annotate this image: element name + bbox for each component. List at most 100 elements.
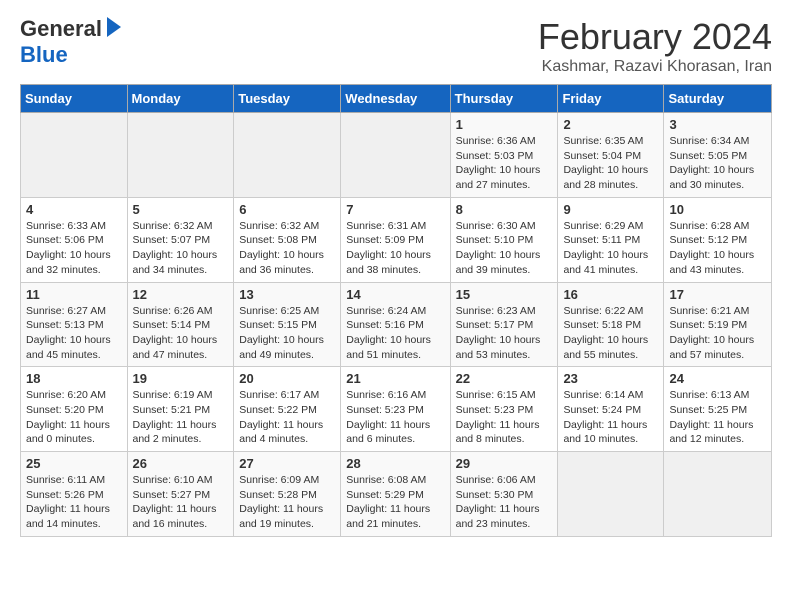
day-of-week-header: Wednesday <box>341 85 450 113</box>
day-number: 11 <box>26 287 122 302</box>
calendar-week-row: 18 Sunrise: 6:20 AM Sunset: 5:20 PM Dayli… <box>21 367 772 452</box>
calendar-cell: 12 Sunrise: 6:26 AM Sunset: 5:14 PM Dayli… <box>127 282 234 367</box>
calendar-table: SundayMondayTuesdayWednesdayThursdayFrid… <box>20 84 772 537</box>
month-title: February 2024 <box>538 16 772 58</box>
logo-general-text: General <box>20 16 102 42</box>
day-info: Sunrise: 6:08 AM Sunset: 5:29 PM Dayligh… <box>346 473 444 532</box>
day-number: 8 <box>456 202 553 217</box>
day-info: Sunrise: 6:09 AM Sunset: 5:28 PM Dayligh… <box>239 473 335 532</box>
calendar-cell: 19 Sunrise: 6:19 AM Sunset: 5:21 PM Dayli… <box>127 367 234 452</box>
day-number: 27 <box>239 456 335 471</box>
calendar-week-row: 4 Sunrise: 6:33 AM Sunset: 5:06 PM Daylig… <box>21 197 772 282</box>
day-of-week-header: Sunday <box>21 85 128 113</box>
calendar-cell <box>234 113 341 198</box>
day-info: Sunrise: 6:13 AM Sunset: 5:25 PM Dayligh… <box>669 388 766 447</box>
day-info: Sunrise: 6:34 AM Sunset: 5:05 PM Dayligh… <box>669 134 766 193</box>
calendar-cell: 26 Sunrise: 6:10 AM Sunset: 5:27 PM Dayli… <box>127 452 234 537</box>
day-info: Sunrise: 6:11 AM Sunset: 5:26 PM Dayligh… <box>26 473 122 532</box>
day-info: Sunrise: 6:10 AM Sunset: 5:27 PM Dayligh… <box>133 473 229 532</box>
day-info: Sunrise: 6:25 AM Sunset: 5:15 PM Dayligh… <box>239 304 335 363</box>
day-number: 10 <box>669 202 766 217</box>
day-number: 2 <box>563 117 658 132</box>
calendar-cell: 6 Sunrise: 6:32 AM Sunset: 5:08 PM Daylig… <box>234 197 341 282</box>
calendar-cell <box>664 452 772 537</box>
calendar-cell: 18 Sunrise: 6:20 AM Sunset: 5:20 PM Dayli… <box>21 367 128 452</box>
day-number: 15 <box>456 287 553 302</box>
calendar-cell <box>21 113 128 198</box>
location-title: Kashmar, Razavi Khorasan, Iran <box>538 58 772 76</box>
day-info: Sunrise: 6:23 AM Sunset: 5:17 PM Dayligh… <box>456 304 553 363</box>
day-info: Sunrise: 6:32 AM Sunset: 5:07 PM Dayligh… <box>133 219 229 278</box>
calendar-cell: 22 Sunrise: 6:15 AM Sunset: 5:23 PM Dayli… <box>450 367 558 452</box>
calendar-cell: 14 Sunrise: 6:24 AM Sunset: 5:16 PM Dayli… <box>341 282 450 367</box>
day-number: 4 <box>26 202 122 217</box>
calendar-cell: 25 Sunrise: 6:11 AM Sunset: 5:26 PM Dayli… <box>21 452 128 537</box>
day-number: 13 <box>239 287 335 302</box>
day-of-week-header: Friday <box>558 85 664 113</box>
logo-blue-text: Blue <box>20 42 68 68</box>
calendar-cell: 17 Sunrise: 6:21 AM Sunset: 5:19 PM Dayli… <box>664 282 772 367</box>
day-number: 28 <box>346 456 444 471</box>
day-number: 3 <box>669 117 766 132</box>
day-info: Sunrise: 6:28 AM Sunset: 5:12 PM Dayligh… <box>669 219 766 278</box>
calendar-cell: 4 Sunrise: 6:33 AM Sunset: 5:06 PM Daylig… <box>21 197 128 282</box>
day-info: Sunrise: 6:19 AM Sunset: 5:21 PM Dayligh… <box>133 388 229 447</box>
calendar-week-row: 25 Sunrise: 6:11 AM Sunset: 5:26 PM Dayli… <box>21 452 772 537</box>
day-of-week-header: Thursday <box>450 85 558 113</box>
day-info: Sunrise: 6:16 AM Sunset: 5:23 PM Dayligh… <box>346 388 444 447</box>
day-of-week-header: Tuesday <box>234 85 341 113</box>
calendar-cell: 11Sunrise: 6:27 AM Sunset: 5:13 PM Dayli… <box>21 282 128 367</box>
day-info: Sunrise: 6:36 AM Sunset: 5:03 PM Dayligh… <box>456 134 553 193</box>
day-info: Sunrise: 6:29 AM Sunset: 5:11 PM Dayligh… <box>563 219 658 278</box>
calendar-cell: 13 Sunrise: 6:25 AM Sunset: 5:15 PM Dayli… <box>234 282 341 367</box>
calendar-cell: 27 Sunrise: 6:09 AM Sunset: 5:28 PM Dayli… <box>234 452 341 537</box>
logo-arrow-icon <box>107 17 121 37</box>
day-info: Sunrise: 6:21 AM Sunset: 5:19 PM Dayligh… <box>669 304 766 363</box>
page-header: General Blue February 2024 Kashmar, Raza… <box>20 16 772 76</box>
day-number: 23 <box>563 371 658 386</box>
day-of-week-header: Monday <box>127 85 234 113</box>
day-number: 5 <box>133 202 229 217</box>
calendar-cell: 23 Sunrise: 6:14 AM Sunset: 5:24 PM Dayli… <box>558 367 664 452</box>
day-info: Sunrise: 6:22 AM Sunset: 5:18 PM Dayligh… <box>563 304 658 363</box>
day-info: Sunrise: 6:20 AM Sunset: 5:20 PM Dayligh… <box>26 388 122 447</box>
calendar-header-row: SundayMondayTuesdayWednesdayThursdayFrid… <box>21 85 772 113</box>
day-number: 1 <box>456 117 553 132</box>
day-number: 6 <box>239 202 335 217</box>
calendar-week-row: 11Sunrise: 6:27 AM Sunset: 5:13 PM Dayli… <box>21 282 772 367</box>
day-number: 9 <box>563 202 658 217</box>
day-number: 14 <box>346 287 444 302</box>
day-info: Sunrise: 6:15 AM Sunset: 5:23 PM Dayligh… <box>456 388 553 447</box>
calendar-cell: 28 Sunrise: 6:08 AM Sunset: 5:29 PM Dayli… <box>341 452 450 537</box>
day-number: 19 <box>133 371 229 386</box>
day-info: Sunrise: 6:26 AM Sunset: 5:14 PM Dayligh… <box>133 304 229 363</box>
day-number: 12 <box>133 287 229 302</box>
logo: General Blue <box>20 16 121 68</box>
calendar-cell: 7Sunrise: 6:31 AM Sunset: 5:09 PM Daylig… <box>341 197 450 282</box>
calendar-cell: 16 Sunrise: 6:22 AM Sunset: 5:18 PM Dayli… <box>558 282 664 367</box>
calendar-cell <box>127 113 234 198</box>
day-number: 17 <box>669 287 766 302</box>
day-number: 16 <box>563 287 658 302</box>
day-info: Sunrise: 6:33 AM Sunset: 5:06 PM Dayligh… <box>26 219 122 278</box>
calendar-cell: 2Sunrise: 6:35 AM Sunset: 5:04 PM Daylig… <box>558 113 664 198</box>
calendar-cell <box>558 452 664 537</box>
day-number: 18 <box>26 371 122 386</box>
calendar-cell: 21 Sunrise: 6:16 AM Sunset: 5:23 PM Dayli… <box>341 367 450 452</box>
day-of-week-header: Saturday <box>664 85 772 113</box>
day-number: 26 <box>133 456 229 471</box>
day-number: 21 <box>346 371 444 386</box>
day-info: Sunrise: 6:24 AM Sunset: 5:16 PM Dayligh… <box>346 304 444 363</box>
day-number: 25 <box>26 456 122 471</box>
day-info: Sunrise: 6:32 AM Sunset: 5:08 PM Dayligh… <box>239 219 335 278</box>
day-info: Sunrise: 6:31 AM Sunset: 5:09 PM Dayligh… <box>346 219 444 278</box>
day-info: Sunrise: 6:06 AM Sunset: 5:30 PM Dayligh… <box>456 473 553 532</box>
day-info: Sunrise: 6:17 AM Sunset: 5:22 PM Dayligh… <box>239 388 335 447</box>
day-number: 22 <box>456 371 553 386</box>
title-block: February 2024 Kashmar, Razavi Khorasan, … <box>538 16 772 76</box>
day-info: Sunrise: 6:14 AM Sunset: 5:24 PM Dayligh… <box>563 388 658 447</box>
calendar-cell: 15 Sunrise: 6:23 AM Sunset: 5:17 PM Dayli… <box>450 282 558 367</box>
calendar-week-row: 1 Sunrise: 6:36 AM Sunset: 5:03 PM Daylig… <box>21 113 772 198</box>
day-number: 29 <box>456 456 553 471</box>
calendar-cell: 1 Sunrise: 6:36 AM Sunset: 5:03 PM Daylig… <box>450 113 558 198</box>
